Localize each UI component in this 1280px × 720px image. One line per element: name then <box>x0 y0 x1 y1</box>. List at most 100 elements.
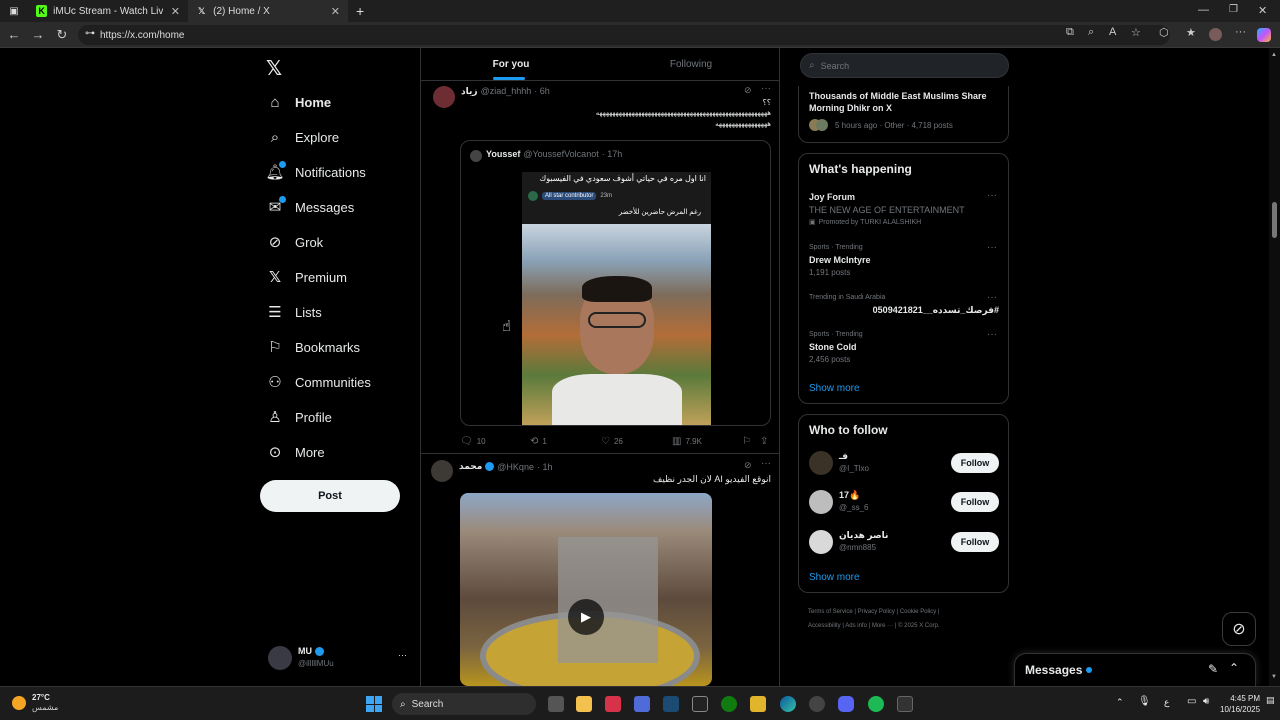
chevron-up-icon[interactable]: ⌃ <box>1116 697 1124 708</box>
follow-button[interactable]: Follow <box>951 532 999 552</box>
new-message-icon[interactable]: ✎ <box>1208 662 1218 676</box>
address-bar[interactable]: ⊶ https://x.com/home <box>78 25 1170 45</box>
spotify-icon[interactable] <box>868 696 884 712</box>
forward-icon[interactable]: → <box>26 27 50 42</box>
tweet[interactable]: محمد @HKqne · 1h ⊘ ··· انوقع الفيديو AI … <box>421 455 779 686</box>
close-icon[interactable]: ✕ <box>331 5 340 18</box>
reply-button[interactable]: 🗨︎ 10 <box>460 436 486 447</box>
nav-profile[interactable]: ♙ Profile <box>266 408 332 426</box>
refresh-icon[interactable]: ↻ <box>50 27 74 43</box>
trend-item[interactable]: Joy Forum THE NEW AGE OF ENTERTAINMENT ▣… <box>799 188 1010 232</box>
microphone-icon[interactable]: 🎙︎ <box>1138 696 1151 707</box>
nav-communities[interactable]: ⚇ Communities <box>266 373 371 391</box>
nav-notifications[interactable]: 🔔︎ Notifications <box>265 161 366 181</box>
follow-suggestion[interactable]: فـ @I_Tlxo Follow <box>799 449 1010 481</box>
minimize-icon[interactable]: — <box>1198 4 1209 16</box>
zoom-icon[interactable]: ⌕ <box>1088 26 1094 39</box>
language-indicator[interactable]: ع <box>1164 697 1169 708</box>
repost-button[interactable]: ⟲ 1 <box>530 436 547 447</box>
news-card[interactable]: Thousands of Middle East Muslims Share M… <box>798 86 1009 143</box>
show-more-link[interactable]: Show more <box>809 572 860 583</box>
follow-suggestion[interactable]: ناصر هديان @nmn885 Follow <box>799 528 1010 560</box>
extensions-icon[interactable]: ⬡ <box>1159 26 1169 39</box>
epic-games-icon[interactable] <box>692 696 708 712</box>
views-button[interactable]: ▥ 7.9K <box>672 436 702 447</box>
browser-tab-x[interactable]: 𝕏 (2) Home / X ✕ <box>188 0 348 22</box>
copilot-icon[interactable] <box>1257 28 1271 42</box>
page-scrollbar[interactable]: ▲ ▼ <box>1269 48 1280 686</box>
footer-link[interactable]: More ··· <box>872 623 893 629</box>
avatar[interactable] <box>431 460 453 482</box>
nav-bookmarks[interactable]: ⚐ Bookmarks <box>266 338 360 356</box>
app-red-icon[interactable] <box>605 696 621 712</box>
favorite-star-icon[interactable]: ☆ <box>1131 26 1141 39</box>
follow-suggestion[interactable]: 17🔥 @_ss_6 Follow <box>799 488 1010 520</box>
notification-center-icon[interactable]: ▤ <box>1266 695 1275 706</box>
volume-icon[interactable]: 🔊︎ <box>1203 696 1209 707</box>
more-icon[interactable]: ··· <box>761 83 771 94</box>
display-icon[interactable]: ▭ <box>1187 696 1196 707</box>
windows-start-icon[interactable] <box>366 696 382 712</box>
browser-tab-kick[interactable]: K iMUc Stream - Watch Live on Kick ✕ <box>28 0 188 22</box>
grok-float-button[interactable]: ⊘ <box>1222 612 1256 646</box>
close-window-icon[interactable]: ✕ <box>1258 4 1267 17</box>
taskbar-search[interactable]: ⌕ Search <box>392 693 536 715</box>
footer-link[interactable]: Privacy Policy <box>858 609 895 615</box>
post-button[interactable]: Post <box>260 480 400 512</box>
trend-item[interactable]: Trending in Saudi Arabia #فرصك_تسدده__05… <box>799 290 1010 320</box>
account-switcher[interactable]: MU @illlllMUu ··· <box>268 644 414 672</box>
more-icon[interactable]: ··· <box>1235 26 1246 38</box>
post-video[interactable]: ▶ <box>460 493 712 686</box>
new-tab-button[interactable]: + <box>348 0 372 22</box>
task-view-icon[interactable] <box>548 696 564 712</box>
grok-icon[interactable]: ⊘ <box>744 460 752 471</box>
favorites-icon[interactable]: ★ <box>1186 26 1196 39</box>
app-yellow-icon[interactable] <box>750 696 766 712</box>
more-icon[interactable]: ··· <box>987 329 997 340</box>
clock[interactable]: 4:45 PM 10/16/2025 <box>1220 693 1260 715</box>
back-icon[interactable]: ← <box>2 27 26 42</box>
maximize-icon[interactable]: ❐ <box>1229 4 1238 15</box>
more-icon[interactable]: ··· <box>987 292 997 303</box>
more-icon[interactable]: ··· <box>987 242 997 253</box>
post-image[interactable]: انا اول مره في حياتي أشوف سعودي في الفيس… <box>522 172 711 425</box>
avatar[interactable] <box>433 86 455 108</box>
quoted-tweet[interactable]: Youssef @YoussefVolcanot · 17h انا اول م… <box>460 140 771 426</box>
grok-icon[interactable]: ⊘ <box>744 85 752 96</box>
app-dark-icon[interactable] <box>897 696 913 712</box>
nav-premium[interactable]: 𝕏 Premium <box>266 268 347 286</box>
trend-item[interactable]: Sports · Trending Stone Cold 2,456 posts… <box>799 327 1010 367</box>
nav-explore[interactable]: ⌕ Explore <box>266 128 339 146</box>
scroll-up-icon[interactable]: ▲ <box>1271 52 1277 58</box>
x-logo[interactable]: 𝕏 <box>266 56 282 81</box>
discord-icon[interactable] <box>838 696 854 712</box>
profile-avatar-icon[interactable] <box>1209 28 1222 41</box>
like-button[interactable]: ♡ 26 <box>601 436 623 447</box>
nav-more[interactable]: ⊙ More <box>266 443 325 461</box>
more-icon[interactable]: ··· <box>398 650 407 660</box>
footer-link[interactable]: Cookie Policy <box>900 609 936 615</box>
scroll-down-icon[interactable]: ▼ <box>1271 674 1277 680</box>
footer-link[interactable]: Accessibility <box>808 623 841 629</box>
play-button[interactable]: ▶ <box>568 599 604 635</box>
nav-home[interactable]: ⌂ Home <box>266 93 331 111</box>
search-input[interactable]: ⌕ Search <box>800 53 1009 78</box>
author-name[interactable]: زياد <box>461 86 478 97</box>
bookmark-button[interactable]: ⚐ <box>742 436 755 447</box>
trend-item[interactable]: Sports · Trending Drew McIntyre 1,191 po… <box>799 240 1010 280</box>
show-more-link[interactable]: Show more <box>809 383 860 394</box>
footer-link[interactable]: Ads info <box>845 623 867 629</box>
steam-icon[interactable] <box>663 696 679 712</box>
follow-button[interactable]: Follow <box>951 453 999 473</box>
chevron-up-icon[interactable]: ⌃ <box>1229 661 1239 675</box>
window-menu-button[interactable]: ▣ <box>0 0 28 22</box>
scrollbar-thumb[interactable] <box>1272 202 1277 238</box>
messages-drawer[interactable]: Messages ✎ ⌃ <box>1014 653 1256 686</box>
more-icon[interactable]: ··· <box>761 458 771 469</box>
more-icon[interactable]: ··· <box>987 190 997 201</box>
author-name[interactable]: محمد <box>459 461 482 472</box>
tweet[interactable]: زياد @ziad_hhhh · 6h ⊘ ··· ؟؟ هههههههههه… <box>421 82 779 454</box>
store-icon[interactable] <box>634 696 650 712</box>
tab-following[interactable]: Following <box>601 48 779 80</box>
weather-widget[interactable]: 27°C مشمس <box>12 693 58 713</box>
